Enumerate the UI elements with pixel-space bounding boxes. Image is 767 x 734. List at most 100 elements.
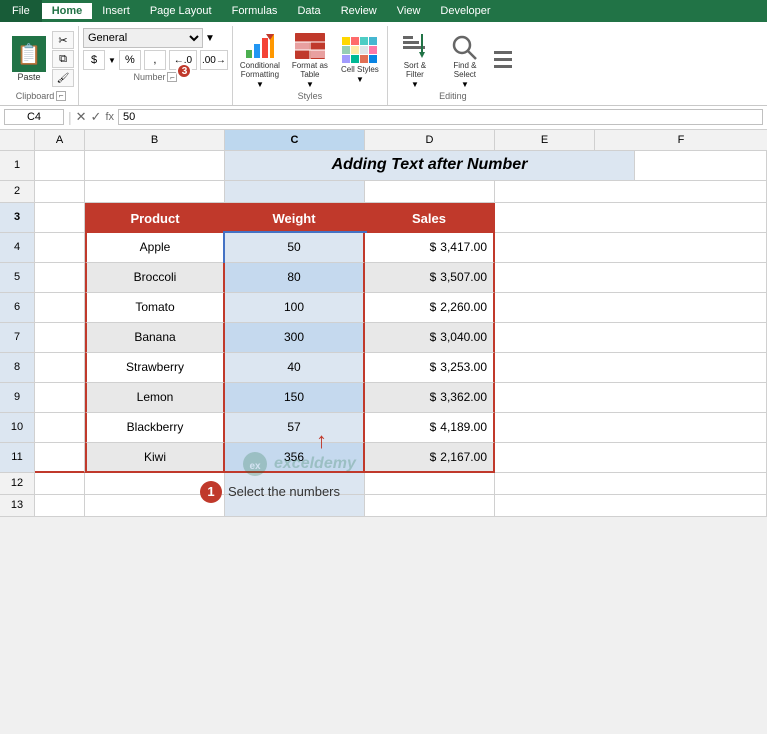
cell-styles-button[interactable]: Cell Styles ▼ (337, 32, 383, 86)
col-header-c[interactable]: C (225, 130, 365, 150)
row-header-9[interactable]: 9 (0, 383, 35, 413)
cell-b8[interactable]: Strawberry (85, 353, 225, 383)
cell-a1[interactable] (35, 151, 85, 181)
cell-e12[interactable] (495, 473, 767, 495)
cell-c3-weight[interactable]: Weight (225, 203, 365, 233)
cell-d10[interactable]: $ 4,189.00 (365, 413, 495, 443)
cell-a13[interactable] (35, 495, 85, 517)
find-select-button[interactable]: Find & Select ▼ (442, 28, 488, 91)
formula-input[interactable] (118, 109, 763, 125)
confirm-icon[interactable]: ✓ (91, 109, 102, 125)
cell-a10[interactable] (35, 413, 85, 443)
cell-b10[interactable]: Blackberry (85, 413, 225, 443)
cell-c2[interactable] (225, 181, 365, 203)
cell-a9[interactable] (35, 383, 85, 413)
cell-b2[interactable] (85, 181, 225, 203)
cell-e7[interactable] (495, 323, 767, 353)
cell-d13[interactable] (365, 495, 495, 517)
insert-tab[interactable]: Insert (92, 3, 140, 19)
cell-a4[interactable] (35, 233, 85, 263)
col-header-f[interactable]: F (595, 130, 767, 150)
cell-c10[interactable]: 57 (225, 413, 365, 443)
cell-d11[interactable]: $ 2,167.00 (365, 443, 495, 473)
insert-function-icon[interactable]: fx (105, 111, 114, 123)
row-header-5[interactable]: 5 (0, 263, 35, 293)
cell-b3-product[interactable]: Product (85, 203, 225, 233)
cell-b11[interactable]: Kiwi (85, 443, 225, 473)
row-header-4[interactable]: 4 (0, 233, 35, 263)
row-header-2[interactable]: 2 (0, 181, 35, 203)
col-header-d[interactable]: D (365, 130, 495, 150)
cell-c4[interactable]: 50 (225, 233, 365, 263)
col-header-a[interactable]: A (35, 130, 85, 150)
cell-b5[interactable]: Broccoli (85, 263, 225, 293)
developer-tab[interactable]: Developer (430, 3, 500, 19)
dropdown-arrow-dollar[interactable]: ▼ (108, 56, 116, 65)
cell-d5[interactable]: $ 3,507.00 (365, 263, 495, 293)
row-header-7[interactable]: 7 (0, 323, 35, 353)
cell-c6[interactable]: 100 (225, 293, 365, 323)
cell-b4[interactable]: Apple (85, 233, 225, 263)
cell-d8[interactable]: $ 3,253.00 (365, 353, 495, 383)
increase-decimal-button[interactable]: .00→ (200, 50, 228, 70)
cell-c9[interactable]: 150 (225, 383, 365, 413)
format-as-table-button[interactable]: Format as Table ▼ (287, 28, 333, 91)
row-header-13[interactable]: 13 (0, 495, 35, 517)
cell-c1-title[interactable]: Adding Text after Number (225, 151, 635, 181)
cell-c5[interactable]: 80 (225, 263, 365, 293)
cell-c7[interactable]: 300 (225, 323, 365, 353)
data-tab[interactable]: Data (287, 3, 330, 19)
clipboard-launcher[interactable]: ⌐ (56, 91, 66, 101)
formulas-tab[interactable]: Formulas (222, 3, 288, 19)
col-header-e[interactable]: E (495, 130, 595, 150)
dollar-button[interactable]: $ (83, 50, 105, 70)
cell-e9[interactable] (495, 383, 767, 413)
cell-e11[interactable] (495, 443, 767, 473)
home-tab[interactable]: Home (42, 3, 93, 19)
copy-button[interactable]: ⧉ (52, 50, 74, 68)
font-format-select[interactable]: General (83, 28, 203, 48)
row-header-1[interactable]: 1 (0, 151, 35, 181)
cell-d12[interactable] (365, 473, 495, 495)
cell-e13[interactable] (495, 495, 767, 517)
row-header-3[interactable]: 3 (0, 203, 35, 233)
cell-d6[interactable]: $ 2,260.00 (365, 293, 495, 323)
cell-d3-sales[interactable]: Sales (365, 203, 495, 233)
cell-a8[interactable] (35, 353, 85, 383)
format-painter-button[interactable]: 🖌 (52, 69, 74, 87)
number-launcher[interactable]: ⌐ 3 (167, 72, 177, 82)
menu-icon-button[interactable] (492, 47, 514, 72)
cell-e8[interactable] (495, 353, 767, 383)
cell-e5[interactable] (495, 263, 767, 293)
cell-d4[interactable]: $ 3,417.00 (365, 233, 495, 263)
cancel-icon[interactable]: ✕ (76, 109, 87, 125)
row-header-11[interactable]: 11 (0, 443, 35, 473)
row-header-6[interactable]: 6 (0, 293, 35, 323)
cell-c8[interactable]: 40 (225, 353, 365, 383)
cell-a3[interactable] (35, 203, 85, 233)
cell-a7[interactable] (35, 323, 85, 353)
font-dropdown-arrow[interactable]: ▼ (205, 33, 215, 44)
cell-d2[interactable] (365, 181, 495, 203)
cell-e6[interactable] (495, 293, 767, 323)
cell-a6[interactable] (35, 293, 85, 323)
row-header-8[interactable]: 8 (0, 353, 35, 383)
cell-d7[interactable]: $ 3,040.00 (365, 323, 495, 353)
cell-e3[interactable] (495, 203, 767, 233)
sort-filter-button[interactable]: Sort & Filter ▼ (392, 28, 438, 91)
cell-b6[interactable]: Tomato (85, 293, 225, 323)
pagelayout-tab[interactable]: Page Layout (140, 3, 222, 19)
cell-e2[interactable] (495, 181, 767, 203)
cell-a11[interactable] (35, 443, 85, 473)
cell-f1[interactable] (635, 151, 767, 181)
cell-a12[interactable] (35, 473, 85, 495)
file-tab[interactable]: File (0, 0, 42, 22)
row-header-12[interactable]: 12 (0, 473, 35, 495)
cell-b9[interactable]: Lemon (85, 383, 225, 413)
cell-a5[interactable] (35, 263, 85, 293)
cell-e4[interactable] (495, 233, 767, 263)
paste-button[interactable]: 📋 Paste (8, 34, 50, 84)
comma-button[interactable]: , (144, 50, 166, 70)
cell-d9[interactable]: $ 3,362.00 (365, 383, 495, 413)
col-header-b[interactable]: B (85, 130, 225, 150)
